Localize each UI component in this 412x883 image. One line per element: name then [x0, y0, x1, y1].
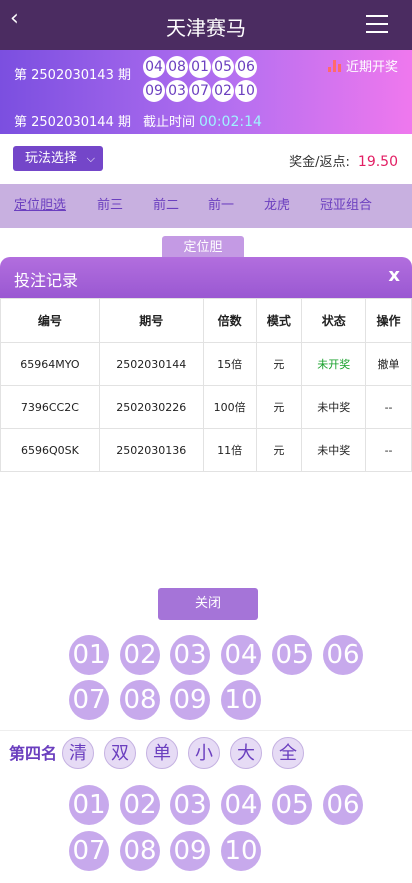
quick-clear-chip[interactable]: 清	[62, 737, 94, 769]
quick-even-chip[interactable]: 双	[104, 737, 136, 769]
result-ball: 03	[166, 80, 188, 102]
result-ball: 05	[212, 56, 234, 78]
result-ball: 09	[143, 80, 165, 102]
bet-id: 6596Q0SK	[0, 428, 100, 472]
draw-info-band: 第 2502030143 期 04 08 01 05 06 09 03 07 02 10 近期开奖…	[0, 50, 412, 134]
number-ball[interactable]: 07	[69, 831, 109, 871]
number-ball[interactable]: 10	[221, 680, 261, 720]
top-bar: ‹ 天津赛马	[0, 0, 412, 50]
quick-small-chip[interactable]: 小	[188, 737, 220, 769]
rank-label: 第四名	[9, 744, 58, 763]
countdown-timer: 00:02:14	[199, 114, 262, 130]
hamburger-icon[interactable]	[366, 15, 388, 39]
number-ball[interactable]: 06	[323, 635, 363, 675]
table-row: 6596Q0SK 2502030136 11倍 元 未中奖 --	[0, 428, 412, 472]
result-ball: 06	[235, 56, 257, 78]
play-select-button[interactable]: 玩法选择 ⌵	[13, 146, 103, 171]
column-header: 状态	[301, 298, 367, 343]
bet-status: 未开奖	[301, 342, 367, 386]
number-ball[interactable]: 02	[120, 635, 160, 675]
bet-mode: 元	[255, 385, 303, 429]
chevron-down-icon: ⌵	[86, 152, 95, 165]
table-header-row: 编号 期号 倍数 模式 状态 操作	[0, 298, 412, 343]
close-icon[interactable]: x	[388, 265, 400, 286]
bar-chart-icon	[327, 60, 342, 72]
bonus-rebate: 奖金/返点: 19.50	[289, 151, 398, 170]
result-ball: 01	[189, 56, 211, 78]
quick-big-chip[interactable]: 大	[230, 737, 262, 769]
number-ball[interactable]: 03	[170, 635, 210, 675]
bet-issue: 2502030226	[98, 385, 204, 429]
bonus-label: 奖金/返点:	[289, 155, 350, 170]
bet-multiple: 11倍	[202, 428, 257, 472]
bet-multiple: 100倍	[202, 385, 257, 429]
play-select-label: 玩法选择	[25, 151, 78, 166]
deadline-label: 截止时间	[143, 115, 196, 130]
number-ball[interactable]: 03	[170, 785, 210, 825]
bet-action: --	[365, 428, 412, 472]
cancel-bet-button[interactable]: 撤单	[365, 342, 412, 386]
close-button[interactable]: 关闭	[158, 588, 258, 620]
bet-multiple: 15倍	[202, 342, 257, 386]
column-header: 倍数	[202, 298, 257, 343]
tab-qianer[interactable]: 前二	[153, 194, 179, 213]
recent-draws-link[interactable]: 近期开奖	[327, 56, 398, 75]
number-ball[interactable]: 04	[221, 635, 261, 675]
modal-header: 投注记录 x	[0, 257, 412, 298]
bet-id: 7396CC2C	[0, 385, 100, 429]
recent-draws-label: 近期开奖	[345, 60, 398, 75]
number-ball[interactable]: 01	[69, 635, 109, 675]
number-ball[interactable]: 05	[272, 635, 312, 675]
draw-result-balls: 04 08 01 05 06 09 03 07 02 10	[142, 55, 266, 103]
table-row: 7396CC2C 2502030226 100倍 元 未中奖 --	[0, 385, 412, 429]
column-header: 模式	[255, 298, 303, 343]
number-ball[interactable]: 06	[323, 785, 363, 825]
number-ball[interactable]: 08	[120, 831, 160, 871]
bet-record-modal: 投注记录 x 编号 期号 倍数 模式 状态 操作 65964MYO 250203…	[0, 257, 412, 625]
bet-record-table: 编号 期号 倍数 模式 状态 操作 65964MYO 2502030144 15…	[0, 298, 412, 472]
bet-mode: 元	[255, 342, 303, 386]
current-issue: 第 2502030144 期	[14, 115, 131, 130]
result-ball: 02	[212, 80, 234, 102]
bet-issue: 2502030136	[98, 428, 204, 472]
divider	[0, 730, 412, 731]
tab-qiansan[interactable]: 前三	[97, 194, 123, 213]
result-ball: 08	[166, 56, 188, 78]
result-ball: 10	[235, 80, 257, 102]
tab-guanya[interactable]: 冠亚组合	[320, 194, 372, 213]
column-header: 期号	[98, 298, 204, 343]
column-header: 操作	[365, 298, 412, 343]
number-ball[interactable]: 10	[221, 831, 261, 871]
tab-qianyi[interactable]: 前一	[208, 194, 234, 213]
bonus-value: 19.50	[357, 154, 398, 170]
page-title: 天津赛马	[166, 16, 246, 40]
bet-id: 65964MYO	[0, 342, 100, 386]
number-ball[interactable]: 02	[120, 785, 160, 825]
modal-title: 投注记录	[14, 271, 79, 290]
column-header: 编号	[0, 298, 100, 343]
tab-dingweidan[interactable]: 定位胆选	[14, 194, 66, 213]
bet-status: 未中奖	[301, 385, 367, 429]
deadline: 截止时间 00:02:14	[143, 111, 262, 130]
bet-mode: 元	[255, 428, 303, 472]
number-ball[interactable]: 01	[69, 785, 109, 825]
quick-all-chip[interactable]: 全	[272, 737, 304, 769]
previous-issue: 第 2502030143 期	[14, 68, 131, 83]
bet-action: --	[365, 385, 412, 429]
quick-odd-chip[interactable]: 单	[146, 737, 178, 769]
result-ball: 04	[143, 56, 165, 78]
number-ball[interactable]: 08	[120, 680, 160, 720]
bet-issue: 2502030144	[98, 342, 204, 386]
number-ball[interactable]: 07	[69, 680, 109, 720]
tab-longhu[interactable]: 龙虎	[264, 194, 290, 213]
number-ball[interactable]: 05	[272, 785, 312, 825]
play-tabs: 定位胆选 前三 前二 前一 龙虎 冠亚组合	[0, 184, 412, 228]
bet-status: 未中奖	[301, 428, 367, 472]
number-ball[interactable]: 09	[170, 680, 210, 720]
number-ball[interactable]: 04	[221, 785, 261, 825]
play-selector-row: 玩法选择 ⌵ 奖金/返点: 19.50	[0, 134, 412, 184]
number-ball[interactable]: 09	[170, 831, 210, 871]
result-ball: 07	[189, 80, 211, 102]
table-row: 65964MYO 2502030144 15倍 元 未开奖 撤单	[0, 342, 412, 386]
